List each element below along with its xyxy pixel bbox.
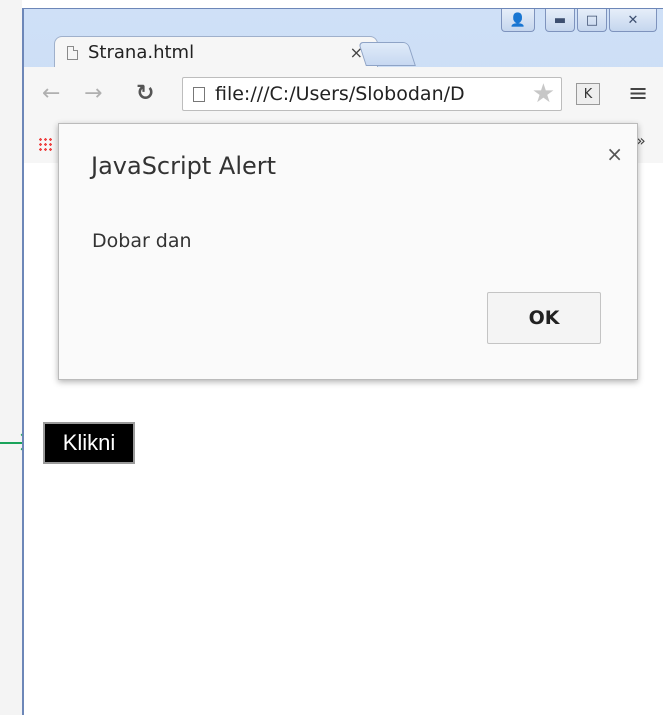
klikni-button[interactable]: Klikni (43, 422, 135, 464)
forward-arrow-icon[interactable]: → (84, 81, 102, 106)
address-bar[interactable]: file:///C:/Users/Slobodan/D ★ (182, 77, 562, 111)
reload-icon[interactable]: ↻ (136, 81, 154, 106)
dialog-title: JavaScript Alert (91, 152, 277, 180)
tab-strana[interactable]: Strana.html × (54, 36, 378, 68)
minimize-button[interactable]: ▬ (545, 9, 575, 32)
alert-dialog: JavaScript Alert × Dobar dan OK (58, 123, 638, 380)
menu-icon[interactable]: ≡ (628, 79, 648, 107)
file-icon (193, 86, 205, 102)
ok-button[interactable]: OK (487, 292, 601, 344)
dialog-message: Dobar dan (92, 230, 192, 252)
left-gutter (0, 0, 22, 715)
star-icon[interactable]: ★ (532, 79, 555, 109)
dialog-close-icon[interactable]: × (606, 142, 623, 166)
toolbar: ← → ↻ file:///C:/Users/Slobodan/D ★ K ≡ (24, 67, 663, 124)
page-icon (67, 45, 78, 60)
apps-icon[interactable] (38, 137, 53, 152)
url-text: file:///C:/Users/Slobodan/D (215, 83, 465, 105)
extension-icon[interactable]: K (576, 83, 600, 105)
new-tab-button[interactable] (358, 42, 416, 66)
back-arrow-icon[interactable]: ← (42, 81, 60, 106)
window-controls: 👤 ▬ □ ✕ (501, 9, 657, 37)
maximize-button[interactable]: □ (577, 9, 607, 32)
tab-title: Strana.html (88, 42, 195, 63)
user-icon[interactable]: 👤 (501, 9, 535, 32)
close-window-button[interactable]: ✕ (609, 9, 657, 32)
